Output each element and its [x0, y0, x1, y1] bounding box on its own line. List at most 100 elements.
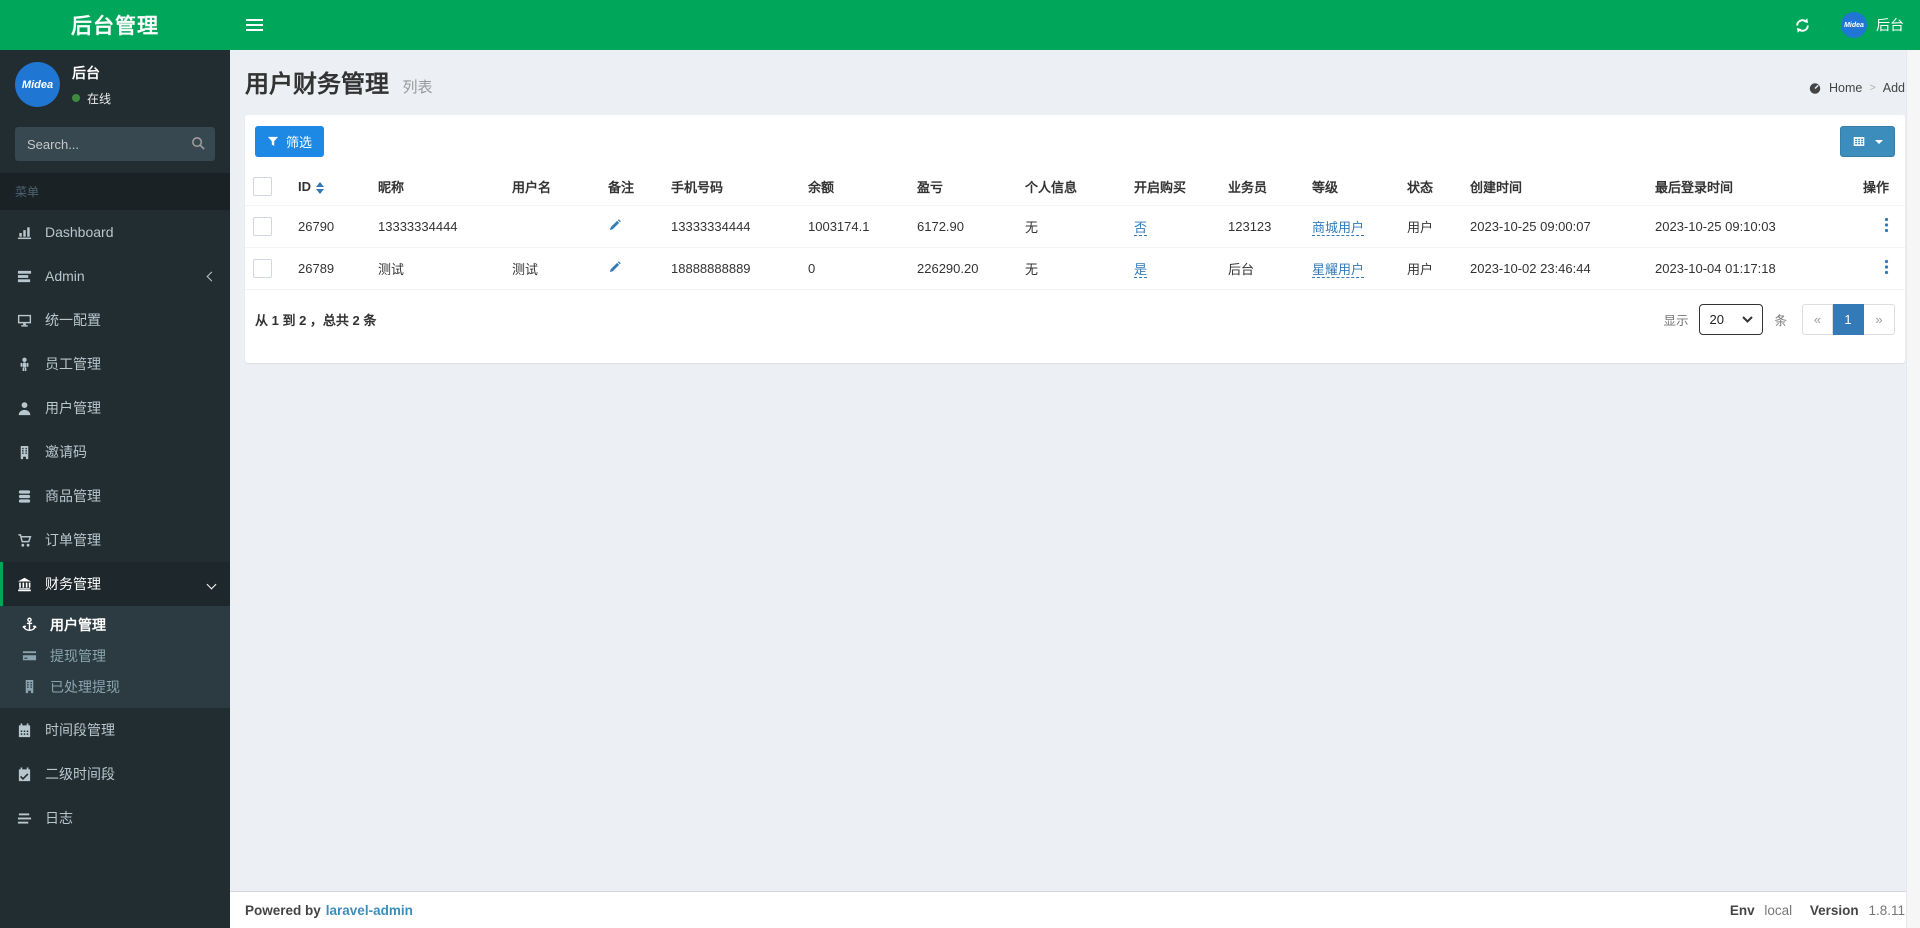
cell-personal-info: 无 — [1017, 247, 1126, 290]
level-editable[interactable]: 商城用户 — [1312, 220, 1365, 236]
sidebar-menu: Dashboard Admin 统一配置 员工管理 用户管理 邀请码 商品管理 … — [0, 210, 230, 840]
edit-remark-button[interactable] — [608, 260, 622, 274]
scrollbar[interactable] — [1906, 50, 1920, 928]
column-header-last-login: 最后登录时间 — [1647, 168, 1832, 206]
column-header-buy-enabled: 开启购买 — [1126, 168, 1220, 206]
sidebar-item-finance-management[interactable]: 财务管理 — [0, 562, 230, 606]
sidebar-item-dashboard[interactable]: Dashboard — [0, 210, 230, 254]
sidebar-item-label: Dashboard — [45, 224, 114, 240]
user-panel: Midea 后台 在线 — [0, 50, 230, 119]
menu-header: 菜单 — [0, 173, 230, 210]
submenu-item-label: 已处理提现 — [50, 678, 120, 695]
breadcrumb-home-link[interactable]: Home — [1829, 81, 1862, 95]
sidebar-item-logs[interactable]: 日志 — [0, 796, 230, 840]
env-value: local — [1764, 902, 1793, 918]
online-status-dot — [72, 94, 80, 102]
hamburger-icon — [245, 19, 263, 21]
cell-created-at: 2023-10-25 09:00:07 — [1462, 205, 1647, 248]
sidebar-item-label: 用户管理 — [45, 400, 101, 416]
sidebar-item-staff-management[interactable]: 员工管理 — [0, 342, 230, 386]
cell-id: 26790 — [290, 205, 370, 248]
cell-status: 用户 — [1399, 247, 1462, 290]
sidebar-item-label: 邀请码 — [45, 444, 87, 460]
sidebar-item-unified-config[interactable]: 统一配置 — [0, 298, 230, 342]
submenu-item-withdraw-management[interactable]: 提现管理 — [0, 640, 230, 671]
select-row-checkbox[interactable] — [253, 259, 272, 278]
cell-status: 用户 — [1399, 205, 1462, 248]
sidebar-toggle-button[interactable] — [230, 0, 278, 50]
refresh-button[interactable] — [1780, 0, 1825, 50]
filter-button[interactable]: 筛选 — [255, 126, 325, 157]
breadcrumb: Home > Add — [1808, 81, 1905, 99]
sidebar-item-label: 统一配置 — [45, 312, 101, 328]
select-row-checkbox[interactable] — [253, 217, 272, 236]
sidebar-item-user-management[interactable]: 用户管理 — [0, 386, 230, 430]
table-row: 26790 13333334444 13333334444 1003174.1 … — [245, 205, 1905, 248]
sidebar-avatar: Midea — [15, 62, 60, 107]
sidebar-item-time-period-management[interactable]: 时间段管理 — [0, 708, 230, 752]
sidebar-item-product-management[interactable]: 商品管理 — [0, 474, 230, 518]
search-submit-button[interactable] — [191, 136, 206, 151]
pagination-page-1[interactable]: 1 — [1833, 304, 1864, 335]
person-icon — [15, 357, 34, 372]
buy-enabled-toggle[interactable]: 是 — [1134, 262, 1148, 278]
page-title: 用户财务管理 — [245, 71, 389, 98]
cell-nickname: 13333334444 — [370, 205, 504, 248]
page-size-select[interactable]: 20 — [1699, 304, 1764, 335]
refresh-icon — [1794, 17, 1811, 34]
vertical-ellipsis-icon — [1884, 259, 1889, 275]
sidebar-item-label: 员工管理 — [45, 356, 101, 372]
page-subtitle: 列表 — [402, 79, 433, 96]
sidebar-item-invite-code[interactable]: 邀请码 — [0, 430, 230, 474]
cell-username — [504, 205, 600, 248]
content-area: 用户财务管理 列表 Home > Add 筛选 ID 昵称 用户名 备注 手机号… — [230, 50, 1920, 891]
row-actions-button[interactable] — [1884, 259, 1889, 275]
sort-toggle[interactable] — [316, 181, 324, 194]
table-grid-icon — [1852, 135, 1866, 148]
user-menu[interactable]: Midea 后台 — [1825, 0, 1920, 50]
app-logo[interactable]: 后台管理 — [0, 0, 230, 50]
pagination: « 1 » — [1802, 304, 1895, 335]
cell-created-at: 2023-10-02 23:46:44 — [1462, 247, 1647, 290]
dashboard-icon — [1808, 81, 1822, 95]
credit-card-icon — [20, 648, 39, 663]
select-all-checkbox[interactable] — [253, 177, 272, 196]
sidebar-item-admin[interactable]: Admin — [0, 254, 230, 298]
top-navbar: Midea 后台 — [230, 0, 1920, 50]
column-header-username: 用户名 — [504, 168, 600, 206]
submenu-item-user-finance[interactable]: 用户管理 — [0, 609, 230, 640]
submenu-item-label: 用户管理 — [50, 616, 106, 633]
column-header-id: ID — [290, 168, 370, 206]
laravel-admin-link[interactable]: laravel-admin — [326, 903, 413, 918]
column-header-status: 状态 — [1399, 168, 1462, 206]
cell-id: 26789 — [290, 247, 370, 290]
cell-last-login: 2023-10-04 01:17:18 — [1647, 247, 1832, 290]
level-editable[interactable]: 星耀用户 — [1312, 262, 1365, 278]
sidebar-item-label: 时间段管理 — [45, 722, 115, 738]
page-size-unit: 条 — [1774, 314, 1787, 328]
edit-remark-button[interactable] — [608, 218, 622, 232]
pagination-next-button[interactable]: » — [1864, 304, 1895, 335]
sidebar-item-label: 二级时间段 — [45, 766, 115, 782]
sort-desc-icon — [316, 188, 324, 194]
cell-salesman: 后台 — [1220, 247, 1304, 290]
buy-enabled-toggle[interactable]: 否 — [1134, 220, 1148, 236]
bar-chart-icon — [15, 225, 34, 240]
sidebar-item-order-management[interactable]: 订单管理 — [0, 518, 230, 562]
pagination-prev-button[interactable]: « — [1802, 304, 1833, 335]
column-header-personal-info: 个人信息 — [1017, 168, 1126, 206]
sidebar-item-secondary-time-period[interactable]: 二级时间段 — [0, 752, 230, 796]
column-selector-button[interactable] — [1840, 126, 1895, 157]
search-input[interactable] — [15, 127, 215, 161]
cell-profit: 6172.90 — [909, 205, 1017, 248]
column-header-phone: 手机号码 — [663, 168, 800, 206]
anchor-icon — [20, 617, 39, 632]
submenu-item-processed-withdrawals[interactable]: 已处理提现 — [0, 671, 230, 702]
online-status-label[interactable]: 在线 — [87, 90, 111, 107]
sidebar-user-name: 后台 — [72, 64, 100, 81]
column-header-remark: 备注 — [600, 168, 663, 206]
align-left-icon — [15, 811, 34, 826]
breadcrumb-separator: > — [1869, 82, 1876, 94]
powered-by-label: Powered by — [245, 902, 321, 918]
row-actions-button[interactable] — [1884, 217, 1889, 233]
